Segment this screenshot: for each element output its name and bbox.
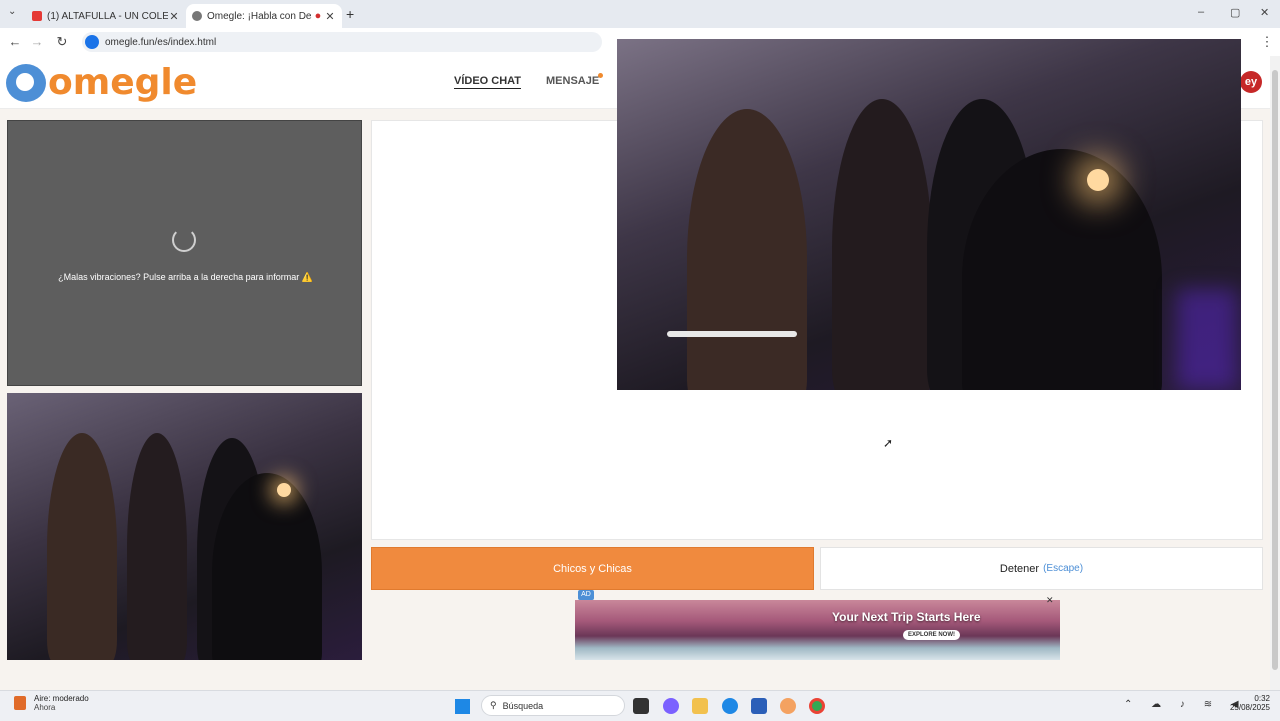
report-hint: ¿Malas vibraciones? Pulse arriba a la de… — [58, 272, 313, 282]
mouse-cursor-icon: ➚ — [883, 436, 894, 450]
ad-banner[interactable]: Your Next Trip Starts Here EXPLORE NOW! — [575, 600, 1060, 660]
stop-shortcut: (Escape) — [1043, 563, 1084, 574]
stranger-video-enlarged — [617, 39, 1241, 390]
weather-widget[interactable]: Aire: moderado Ahora — [14, 694, 89, 712]
ad-badge: AD — [578, 590, 594, 600]
windows-taskbar: Aire: moderado Ahora ⚲ Búsqueda ⌃ ☁ ♪ ≋ … — [0, 690, 1280, 721]
address-bar[interactable]: omegle.fun/es/index.html — [82, 32, 602, 52]
tab-title: (1) ALTAFULLA - UN COLETO CU — [47, 10, 168, 22]
browser-tab-bar: (1) ALTAFULLA - UN COLETO CU ✕ Omegle: ¡… — [0, 0, 1280, 28]
site-icon — [192, 11, 202, 21]
clock[interactable]: 0:32 25/08/2025 — [1220, 694, 1270, 712]
file-explorer-icon[interactable] — [692, 698, 708, 714]
stop-button[interactable]: Detener (Escape) — [820, 547, 1263, 590]
close-window-button[interactable]: ✕ — [1260, 6, 1269, 19]
purple-light — [1177, 289, 1237, 389]
person-figure — [832, 99, 932, 390]
ad-headline: Your Next Trip Starts Here — [832, 610, 981, 624]
tab-title: Omegle: ¡Habla con Descon — [207, 10, 312, 22]
notification-dot — [598, 73, 603, 78]
loading-spinner-icon — [172, 228, 196, 252]
user-avatar[interactable]: ey — [1240, 71, 1262, 93]
clock-time: 0:32 — [1254, 694, 1270, 703]
site-info-icon[interactable] — [85, 35, 99, 49]
close-tab-icon[interactable]: ✕ — [324, 10, 336, 23]
person-figure — [127, 433, 187, 660]
copilot-icon[interactable] — [663, 698, 679, 714]
edge-icon[interactable] — [722, 698, 738, 714]
maximize-button[interactable]: ▢ — [1230, 6, 1240, 19]
reload-icon[interactable]: ↻ — [53, 33, 71, 51]
scroll-thumb[interactable] — [1272, 70, 1278, 670]
windows-start-icon[interactable] — [455, 699, 470, 714]
youtube-icon — [32, 11, 42, 21]
nav-video-chat[interactable]: VÍDEO CHAT — [454, 75, 522, 89]
tab-list-icon[interactable]: ⌄ — [8, 6, 16, 17]
back-icon[interactable]: ← — [6, 33, 24, 51]
air-quality-icon — [14, 696, 26, 710]
recording-icon: ● — [314, 10, 322, 22]
menu-icon[interactable]: ⋮ — [1258, 33, 1276, 51]
task-view-icon[interactable] — [633, 698, 649, 714]
light-bar — [667, 331, 797, 337]
minimize-button[interactable]: – — [1198, 6, 1204, 18]
search-placeholder: Búsqueda — [502, 700, 544, 711]
browser-tab[interactable]: (1) ALTAFULLA - UN COLETO CU ✕ — [26, 4, 186, 28]
person-figure — [212, 473, 322, 660]
person-figure — [47, 433, 117, 660]
taskbar-search[interactable]: ⚲ Búsqueda — [481, 695, 625, 716]
ad-cta-button[interactable]: EXPLORE NOW! — [903, 630, 961, 640]
search-icon: ⚲ — [490, 700, 497, 710]
person-figure — [962, 149, 1162, 390]
stranger-video: ¿Malas vibraciones? Pulse arriba a la de… — [7, 120, 362, 386]
page-scrollbar[interactable] — [1270, 56, 1280, 690]
new-chat-button[interactable]: Chicos y Chicas — [371, 547, 814, 590]
chrome-icon[interactable] — [809, 698, 825, 714]
app-icon[interactable] — [780, 698, 796, 714]
close-tab-icon[interactable]: ✕ — [168, 10, 180, 23]
lamp-light — [1087, 169, 1109, 191]
store-icon[interactable] — [751, 698, 767, 714]
browser-tab-active[interactable]: Omegle: ¡Habla con Descon ● ✕ — [186, 4, 342, 28]
logo-bubble-icon — [6, 64, 46, 102]
logo-text: omegle — [48, 62, 198, 103]
weather-subtitle: Ahora — [34, 703, 56, 712]
new-tab-button[interactable]: + — [346, 6, 354, 22]
ad-close-icon[interactable]: ✕ — [1046, 595, 1054, 606]
weather-title: Aire: moderado — [34, 694, 89, 703]
url-text: omegle.fun/es/index.html — [105, 36, 217, 48]
clock-date: 25/08/2025 — [1229, 703, 1270, 712]
forward-icon[interactable]: → — [28, 33, 46, 51]
nav-message[interactable]: MENSAJE — [546, 75, 599, 87]
person-figure — [687, 109, 807, 390]
lamp-light — [277, 483, 291, 497]
omegle-logo[interactable]: omegle — [6, 64, 197, 102]
self-video — [7, 393, 362, 660]
stop-label: Detener — [999, 562, 1040, 575]
